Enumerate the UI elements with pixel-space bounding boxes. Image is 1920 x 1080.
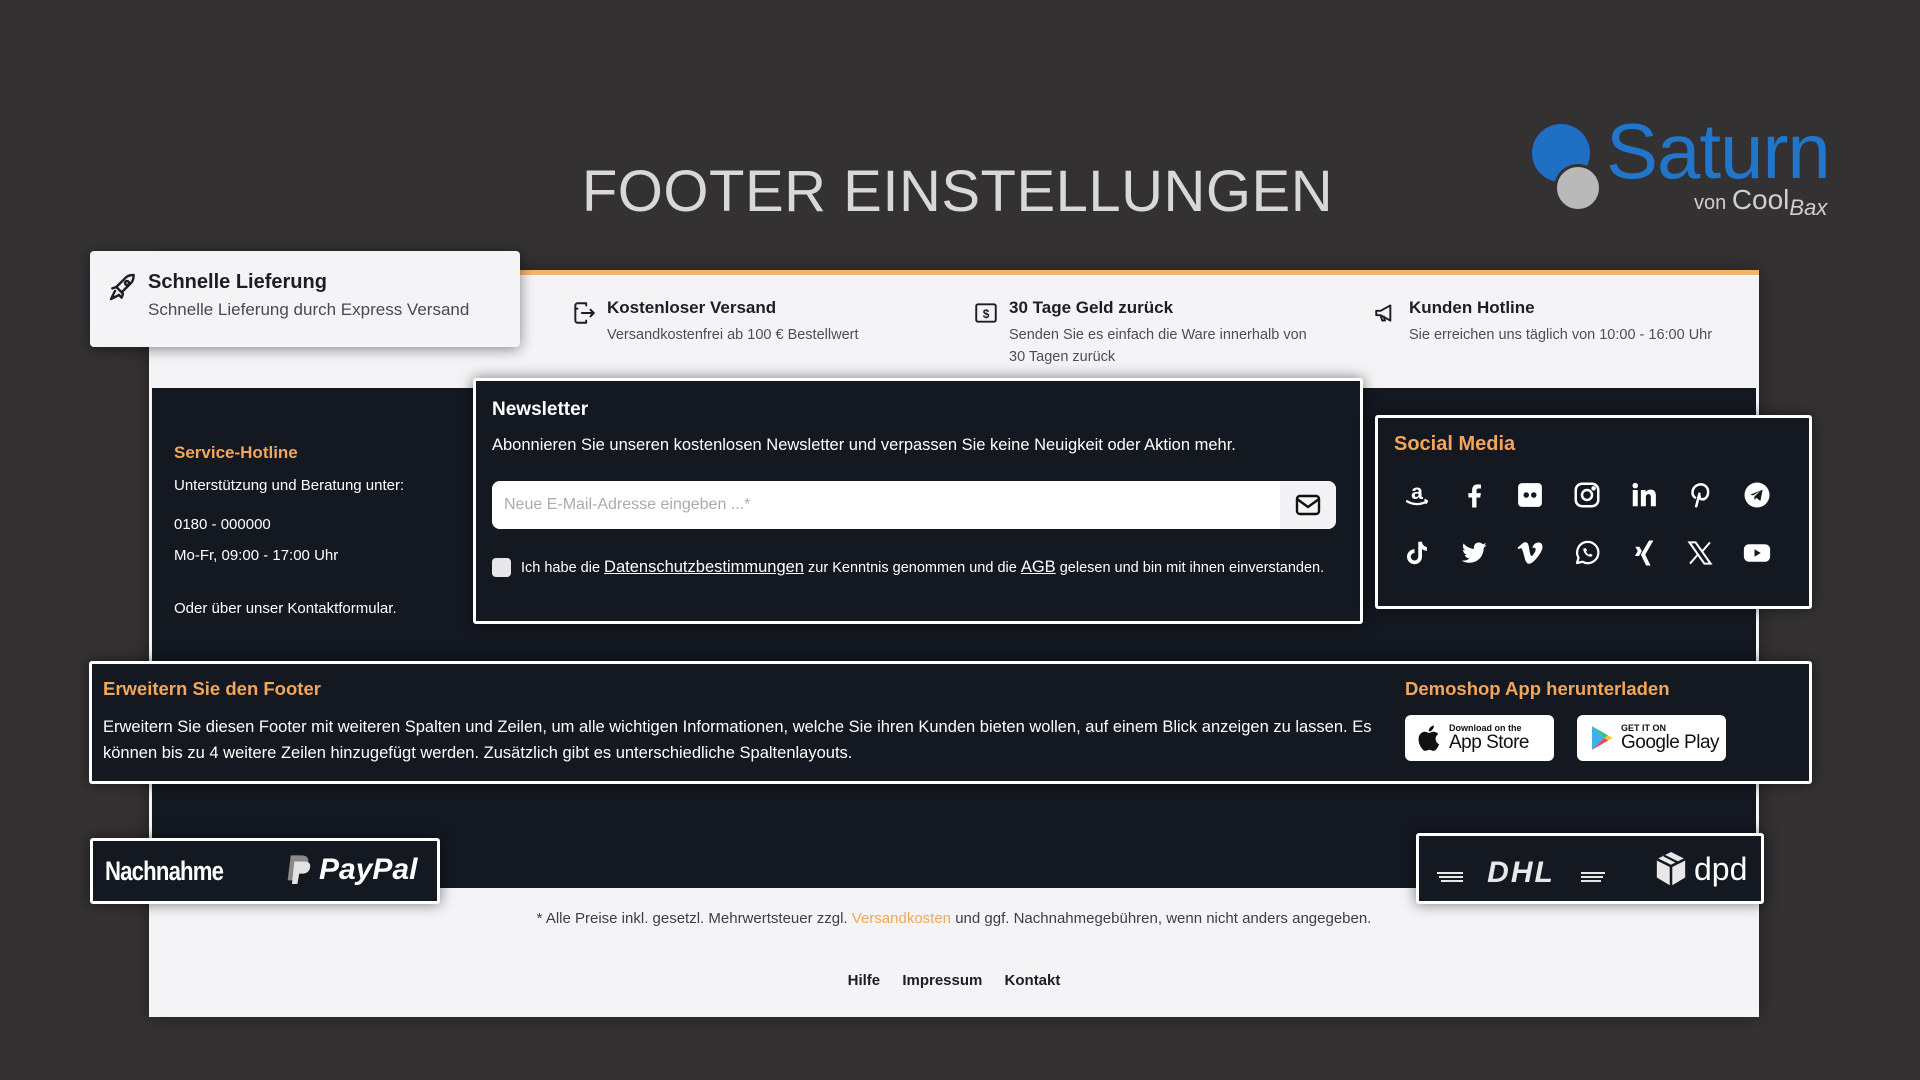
usp-desc: Versandkostenfrei ab 100 € Bestellwert [607, 327, 859, 343]
hotline-intro: Unterstützung und Beratung unter: [174, 477, 405, 494]
logo-subtitle: von CoolBax [1694, 184, 1827, 220]
newsletter-box: Newsletter Abonnieren Sie unseren kosten… [473, 378, 1363, 624]
hotline-hours: Mo-Fr, 09:00 - 17:00 Uhr [174, 547, 339, 564]
google-play-large: Google Play [1621, 732, 1720, 753]
amazon-icon[interactable]: a [1400, 478, 1434, 512]
x-icon[interactable] [1683, 536, 1717, 570]
usp-title: Schnelle Lieferung [148, 271, 327, 293]
link-kontakt[interactable]: Kontakt [1005, 972, 1061, 989]
tiktok-icon[interactable] [1400, 536, 1434, 570]
payment-methods-box: Nachnahme PayPal [90, 838, 440, 904]
hotline-contact[interactable]: Oder über unser Kontaktformular. [174, 600, 404, 617]
megaphone-icon [1375, 304, 1392, 322]
svg-text:$: $ [983, 307, 990, 321]
social-title: Social Media [1394, 433, 1516, 455]
apple-icon [1418, 725, 1440, 751]
saturn-logo: Saturn von CoolBax [1528, 107, 1848, 222]
usp-desc: Senden Sie es einfach die Ware innerhalb… [1009, 327, 1307, 365]
newsletter-field [492, 481, 1336, 529]
usp-title: Kunden Hotline [1409, 298, 1535, 317]
consent-mid: zur Kenntnis genommen und die [808, 560, 1017, 576]
svg-text:DHL: DHL [1487, 856, 1555, 884]
mail-icon [1295, 494, 1321, 516]
facebook-icon[interactable] [1457, 478, 1491, 512]
logo-cool: Cool [1731, 184, 1790, 215]
google-play-button[interactable]: GET IT ON Google Play [1577, 715, 1726, 761]
pinterest-icon[interactable] [1683, 478, 1717, 512]
legal-text-post: und ggf. Nachnahmegebühren, wenn nicht a… [955, 910, 1372, 927]
service-hotline: Service-Hotline Unterstützung und Beratu… [174, 443, 404, 631]
logo-by: von [1694, 192, 1727, 214]
logo-circle-gray [1554, 164, 1602, 212]
dpd-text: dpd [1694, 850, 1748, 887]
terms-link[interactable]: AGB [1021, 558, 1056, 576]
twitter-icon[interactable] [1457, 536, 1491, 570]
usp-money-back: $ 30 Tage Geld zurück Senden Sie es einf… [973, 298, 1313, 368]
xing-icon[interactable] [1627, 536, 1661, 570]
expand-title: Erweitern Sie den Footer [103, 678, 321, 699]
consent-pre: Ich habe die [521, 560, 601, 576]
paypal-text: PayPal [319, 853, 418, 886]
hotline-phone[interactable]: 0180 - 000000 [174, 516, 404, 533]
link-impressum[interactable]: Impressum [902, 972, 982, 989]
newsletter-desc: Abonnieren Sie unseren kostenlosen Newsl… [492, 436, 1236, 454]
social-icon-grid: a [1400, 478, 1797, 570]
usp-hotline: Kunden Hotline Sie erreichen uns täglich… [1373, 298, 1713, 346]
usp-desc: Schnelle Lieferung durch Express Versand [148, 300, 470, 319]
usp-free-shipping: Kostenloser Versand Versandkostenfrei ab… [571, 298, 858, 346]
usp-title: Kostenloser Versand [607, 298, 777, 317]
linkedin-icon[interactable] [1627, 478, 1661, 512]
privacy-consent: Ich habe die Datenschutzbestimmungen zur… [492, 556, 1332, 579]
expand-desc: Erweitern Sie diesen Footer mit weiteren… [103, 718, 1372, 762]
newsletter-title: Newsletter [492, 399, 589, 420]
privacy-checkbox[interactable] [492, 558, 511, 577]
shipping-providers-box: DHL dpd [1416, 833, 1764, 904]
shipping-exit-icon [574, 302, 595, 324]
bottom-links: Hilfe Impressum Kontakt [149, 972, 1759, 989]
dhl-logo: DHL [1437, 856, 1605, 884]
paypal-logo: PayPal [283, 853, 417, 887]
usp-title: 30 Tage Geld zurück [1009, 298, 1174, 317]
usp-fast-delivery: Schnelle Lieferung Schnelle Lieferung du… [90, 251, 520, 347]
social-media-box: Social Media a [1375, 415, 1812, 609]
money-back-icon: $ [975, 303, 997, 323]
paypal-icon [287, 855, 311, 884]
dpd-logo: dpd [1654, 850, 1747, 888]
youtube-icon[interactable] [1740, 536, 1774, 570]
telegram-icon[interactable] [1740, 478, 1774, 512]
instagram-icon[interactable] [1570, 478, 1604, 512]
legal-notice: * Alle Preise inkl. gesetzl. Mehrwertste… [149, 910, 1759, 927]
email-input[interactable] [492, 481, 1280, 529]
shipping-costs-link[interactable]: Versandkosten [852, 910, 951, 927]
svg-text:a: a [1411, 480, 1423, 504]
hotline-title: Service-Hotline [174, 443, 298, 462]
cash-on-delivery-logo: Nachnahme [105, 856, 224, 886]
consent-post: gelesen und bin mit ihnen einverstanden. [1059, 560, 1325, 576]
google-play-icon [1592, 726, 1613, 750]
rocket-icon [109, 273, 135, 301]
app-store-button[interactable]: Download on the App Store [1405, 715, 1554, 761]
consent-text: Ich habe die Datenschutzbestimmungen zur… [521, 556, 1324, 579]
logo-bax: Bax [1789, 195, 1828, 220]
privacy-policy-link[interactable]: Datenschutzbestimmungen [604, 558, 804, 576]
parcel-cube-icon [1656, 852, 1686, 886]
vimeo-icon[interactable] [1513, 536, 1547, 570]
newsletter-submit-button[interactable] [1280, 481, 1336, 529]
link-hilfe[interactable]: Hilfe [848, 972, 881, 989]
whatsapp-icon[interactable] [1570, 536, 1604, 570]
usp-desc: Sie erreichen uns täglich von 10:00 - 16… [1409, 327, 1713, 343]
app-download-title: Demoshop App herunterladen [1405, 678, 1670, 699]
legal-text-pre: * Alle Preise inkl. gesetzl. Mehrwertste… [536, 910, 848, 927]
app-store-large: App Store [1449, 732, 1530, 753]
expand-footer-box: Erweitern Sie den Footer Erweitern Sie d… [89, 661, 1812, 784]
flickr-icon[interactable] [1513, 478, 1547, 512]
